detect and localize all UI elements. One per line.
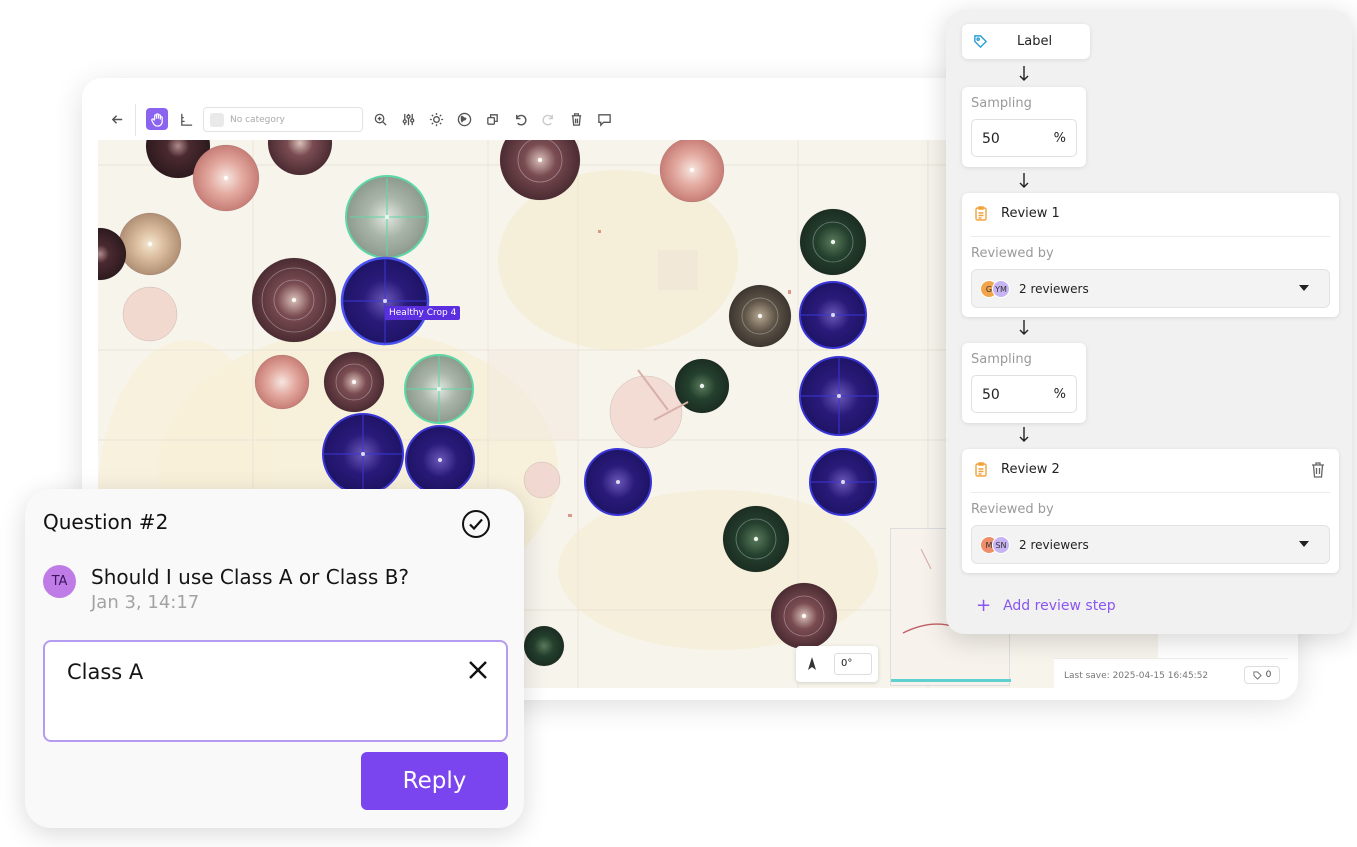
review-step-1: Review 1 Reviewed by G YM 2 reviewers — [962, 193, 1339, 317]
globe-icon[interactable] — [453, 108, 475, 130]
category-select[interactable]: No category — [203, 107, 363, 132]
avatar: YM — [992, 280, 1010, 298]
sampling-input-2[interactable]: 50 % — [971, 375, 1077, 413]
reply-input[interactable]: Class A — [43, 640, 508, 742]
annotation-label[interactable]: Healthy Crop 4 — [385, 306, 461, 320]
reviewers-select-2[interactable]: M SN 2 reviewers — [971, 525, 1330, 564]
adjustments-icon[interactable] — [397, 108, 419, 130]
tag-count-badge[interactable]: 0 — [1244, 666, 1280, 684]
label-step-card[interactable]: Label — [962, 24, 1090, 59]
sampling-title: Sampling — [971, 96, 1032, 111]
undo-icon[interactable] — [509, 108, 531, 130]
sampling-title: Sampling — [971, 352, 1032, 367]
brightness-icon[interactable] — [425, 108, 447, 130]
last-save-text: Last save: 2025-04-15 16:45:52 — [1064, 671, 1209, 681]
review-title: Review 1 — [1001, 206, 1060, 221]
tag-count-value: 0 — [1265, 670, 1272, 680]
reviewed-by-label: Reviewed by — [971, 502, 1054, 517]
reviewers-count: 2 reviewers — [1019, 538, 1089, 552]
question-title: Question #2 — [43, 510, 169, 534]
status-bar: Last save: 2025-04-15 16:45:52 0 — [1054, 658, 1288, 688]
comment-icon[interactable] — [593, 108, 615, 130]
back-arrow-icon[interactable] — [106, 108, 128, 130]
arrow-down-icon — [1019, 427, 1029, 442]
sampling-input-1[interactable]: 50 % — [971, 119, 1077, 157]
question-timestamp: Jan 3, 14:17 — [91, 592, 200, 613]
sampling-value: 50 — [982, 131, 1000, 147]
copy-icon[interactable] — [481, 108, 503, 130]
sampling-step-2: Sampling 50 % — [962, 343, 1086, 423]
review-workflow-panel: Label Sampling 50 % Review 1 Reviewed by… — [946, 10, 1352, 634]
rotation-input[interactable]: 0° — [834, 653, 872, 675]
percent-unit: % — [1053, 387, 1066, 402]
redo-icon[interactable] — [537, 108, 559, 130]
avatar: TA — [43, 565, 76, 598]
clipboard-icon — [975, 462, 987, 477]
reviewers-count: 2 reviewers — [1019, 282, 1089, 296]
review-title: Review 2 — [1001, 462, 1060, 477]
category-placeholder: No category — [230, 114, 285, 125]
category-swatch — [210, 112, 224, 127]
reviewers-select-1[interactable]: G YM 2 reviewers — [971, 269, 1330, 308]
divider — [971, 236, 1330, 237]
compass-icon[interactable] — [806, 657, 818, 671]
divider — [971, 492, 1330, 493]
question-panel: Question #2 TA Should I use Class A or C… — [25, 489, 524, 828]
resolve-check-icon[interactable] — [461, 509, 491, 539]
tag-icon — [974, 35, 988, 49]
rotation-control: 0° — [796, 646, 878, 682]
close-icon[interactable] — [466, 658, 490, 682]
label-step-title: Label — [1017, 34, 1053, 49]
add-review-step-label: Add review step — [1003, 598, 1116, 614]
hand-pan-icon[interactable] — [146, 108, 168, 130]
trash-icon[interactable] — [565, 108, 587, 130]
tag-icon — [1253, 670, 1262, 680]
sampling-value: 50 — [982, 387, 1000, 403]
arrow-down-icon — [1019, 320, 1029, 335]
zoom-icon[interactable] — [369, 108, 391, 130]
chevron-down-icon — [1299, 285, 1309, 291]
toolbar-divider — [135, 104, 136, 136]
sampling-step-1: Sampling 50 % — [962, 87, 1086, 167]
trash-icon[interactable] — [1311, 462, 1325, 478]
clipboard-icon — [975, 206, 987, 221]
arrow-down-icon — [1019, 173, 1029, 188]
reply-button[interactable]: Reply — [361, 752, 508, 810]
add-review-step-button[interactable]: + Add review step — [976, 595, 1116, 616]
question-message: Should I use Class A or Class B? — [91, 565, 410, 589]
arrow-down-icon — [1019, 66, 1029, 81]
chevron-down-icon — [1299, 541, 1309, 547]
reviewed-by-label: Reviewed by — [971, 246, 1054, 261]
percent-unit: % — [1053, 131, 1066, 146]
plus-icon: + — [976, 595, 992, 616]
review-step-2: Review 2 Reviewed by M SN 2 reviewers — [962, 449, 1339, 573]
avatar: SN — [992, 536, 1010, 554]
corner-ruler-icon[interactable] — [175, 108, 197, 130]
reply-input-value: Class A — [67, 660, 144, 684]
